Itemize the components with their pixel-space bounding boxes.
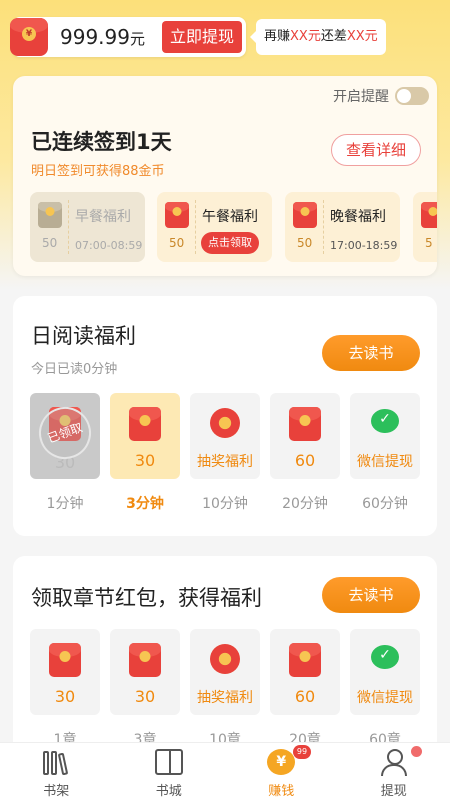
- reminder-label: 开启提醒: [333, 89, 389, 105]
- user-icon: [380, 749, 408, 776]
- red-envelope-icon: [421, 202, 437, 228]
- meal-lunch[interactable]: 50 午餐福利 点击领取: [157, 192, 272, 262]
- tab-earn[interactable]: ¥ 赚钱: [225, 743, 338, 800]
- signin-title: 已连续签到1天: [31, 130, 172, 154]
- reward-tile[interactable]: 30 3分钟: [110, 393, 180, 513]
- red-envelope-icon: ¥: [10, 18, 48, 56]
- meal-value: 50: [169, 236, 185, 250]
- tile-label: 20分钟: [282, 496, 328, 512]
- tab-label: 书架: [43, 784, 70, 799]
- meal-value: 50: [297, 236, 313, 250]
- red-envelope-icon: [165, 202, 189, 228]
- tile-value: 抽奖福利: [197, 690, 253, 706]
- tab-bookshelf[interactable]: 书架: [0, 743, 113, 800]
- section-title: 领取章节红包，获得福利: [31, 586, 262, 610]
- go-read-button[interactable]: 去读书: [322, 335, 420, 371]
- red-envelope-icon: [293, 202, 317, 228]
- tile-value: 60: [294, 451, 316, 470]
- notification-badge: 99: [293, 745, 311, 759]
- tile-label: 10分钟: [202, 496, 248, 512]
- red-envelope-icon: [129, 643, 161, 677]
- lottery-wheel-icon: [210, 408, 240, 438]
- meal-dinner[interactable]: 50 晚餐福利 17:00-18:59: [285, 192, 400, 262]
- reward-tile[interactable]: 微信提现 60分钟: [350, 393, 420, 513]
- yen-coin-icon: ¥: [267, 749, 296, 775]
- reward-tile[interactable]: 30 3章: [110, 629, 180, 749]
- meal-name: 午餐福利: [202, 209, 258, 225]
- reward-tile[interactable]: 微信提现 60章: [350, 629, 420, 749]
- daily-reading-card: 日阅读福利 今日已读0分钟 去读书 30 已领取 1分钟 30 3分钟 抽奖福利 …: [13, 296, 437, 536]
- meal-next[interactable]: 5: [413, 192, 437, 262]
- tile-label: 60分钟: [362, 496, 408, 512]
- wechat-icon: [371, 409, 399, 433]
- tile-value: 微信提现: [357, 690, 413, 706]
- reward-tile[interactable]: 30 已领取 1分钟: [30, 393, 100, 513]
- tile-value: 30: [134, 687, 156, 706]
- red-envelope-icon: [49, 643, 81, 677]
- view-details-button[interactable]: 查看详细: [331, 134, 421, 166]
- tab-label: 提现: [380, 784, 407, 799]
- reward-tile[interactable]: 60 20分钟: [270, 393, 340, 513]
- balance-amount: 999.99元: [60, 25, 145, 49]
- tile-label: 1分钟: [46, 496, 84, 512]
- withdraw-now-button[interactable]: 立即提现: [161, 21, 242, 53]
- meal-value: 5: [425, 236, 433, 250]
- section-subtitle: 今日已读0分钟: [31, 362, 118, 377]
- meal-breakfast[interactable]: 50 早餐福利 07:00-08:59: [30, 192, 145, 262]
- meal-time: 07:00-08:59: [75, 239, 143, 252]
- red-envelope-icon: [289, 407, 321, 441]
- red-envelope-icon: [289, 643, 321, 677]
- tile-value: 30: [54, 687, 76, 706]
- tile-value: 30: [134, 451, 156, 470]
- reward-tile[interactable]: 60 20章: [270, 629, 340, 749]
- bottom-tab-bar: 书架 书城 ¥ 赚钱 提现: [0, 742, 450, 800]
- section-title: 日阅读福利: [31, 324, 136, 348]
- meal-name: 晚餐福利: [330, 209, 386, 225]
- tab-label: 书城: [155, 784, 182, 799]
- book-icon: [154, 749, 183, 775]
- reward-tile[interactable]: 30 1章: [30, 629, 100, 749]
- reward-tiles: 30已领取 1分钟 30 3分钟 抽奖福利 10分钟 60 20分钟 微信提现 …: [30, 393, 425, 533]
- reward-tile[interactable]: 抽奖福利 10章: [190, 629, 260, 749]
- meal-rewards-row: 50 早餐福利 07:00-08:59 50 午餐福利 点击领取 50 晚餐福利…: [30, 192, 437, 262]
- red-envelope-icon: [129, 407, 161, 441]
- chapter-reward-card: 领取章节红包，获得福利 去读书 30 1章 30 3章 抽奖福利 10章 60 …: [13, 556, 437, 756]
- meal-name: 早餐福利: [75, 209, 131, 225]
- tab-withdraw[interactable]: 提现: [338, 743, 450, 800]
- wechat-icon: [371, 645, 399, 669]
- meal-time: 17:00-18:59: [330, 239, 398, 252]
- tile-value: 60: [294, 687, 316, 706]
- tab-bookstore[interactable]: 书城: [113, 743, 226, 800]
- lottery-wheel-icon: [210, 644, 240, 674]
- reward-tile[interactable]: 抽奖福利 10分钟: [190, 393, 260, 513]
- claim-button[interactable]: 点击领取: [201, 232, 259, 254]
- red-dot-indicator: [411, 746, 422, 757]
- toggle-switch[interactable]: [395, 87, 429, 105]
- meal-value: 50: [42, 236, 58, 250]
- signin-subtitle: 明日签到可获得88金币: [31, 164, 165, 179]
- tile-value: 抽奖福利: [197, 454, 253, 470]
- earn-tip-bubble: 再赚XX元还差XX元: [250, 19, 386, 55]
- signin-card: 开启提醒 已连续签到1天 明日签到可获得88金币 查看详细 50 早餐福利 07…: [13, 76, 437, 276]
- bookshelf-icon: [42, 749, 70, 776]
- go-read-button[interactable]: 去读书: [322, 577, 420, 613]
- tab-label: 赚钱: [268, 784, 295, 799]
- tile-value: 微信提现: [357, 454, 413, 470]
- red-envelope-icon: [38, 202, 62, 228]
- balance-bar: ¥ 999.99元 立即提现: [10, 17, 246, 57]
- tile-label: 3分钟: [126, 496, 164, 512]
- reminder-toggle[interactable]: 开启提醒: [333, 86, 429, 106]
